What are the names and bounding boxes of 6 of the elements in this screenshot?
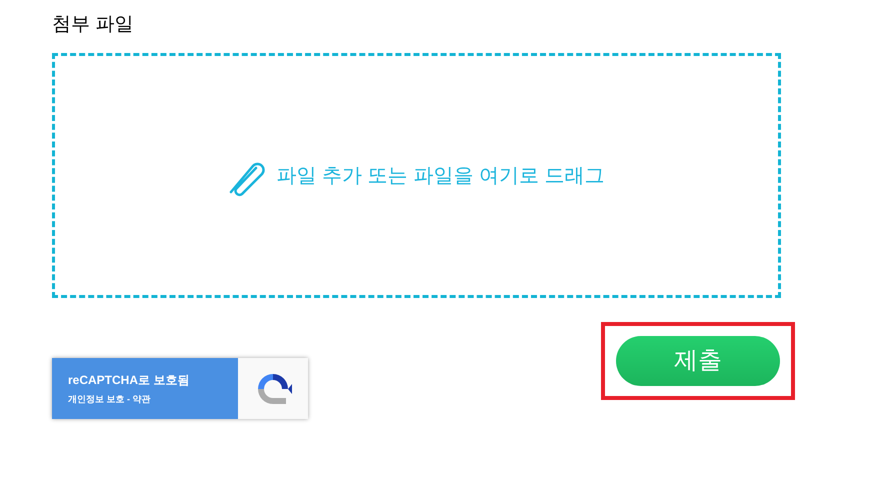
recaptcha-title: reCAPTCHA로 보호됨 [68, 372, 190, 389]
field-label: 첨부 파일 [52, 13, 134, 37]
recaptcha-links[interactable]: 개인정보 보호 - 약관 [68, 392, 150, 406]
file-dropzone[interactable]: 파일 추가 또는 파일을 여기로 드래그 [52, 53, 781, 298]
submit-button[interactable]: 제출 [616, 336, 780, 386]
dropzone-text: 파일 추가 또는 파일을 여기로 드래그 [276, 164, 604, 188]
